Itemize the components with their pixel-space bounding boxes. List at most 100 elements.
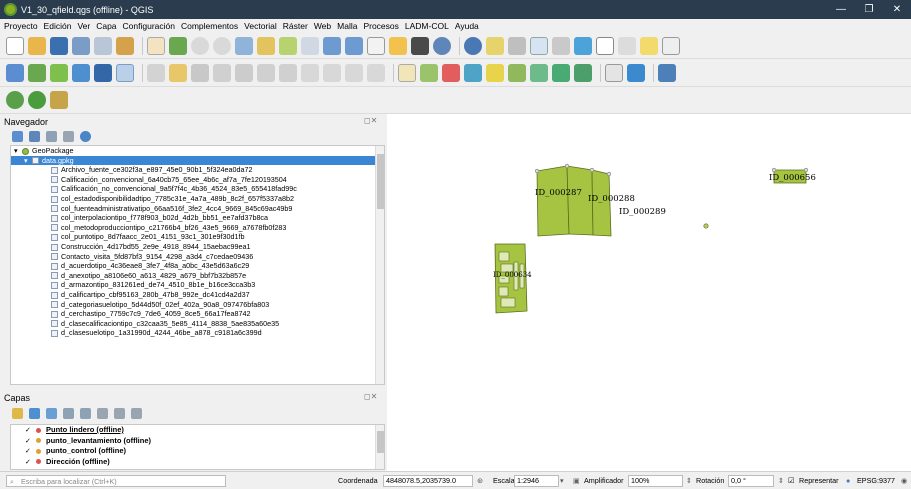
bookmark-icon[interactable]: [389, 36, 407, 55]
layout-manager-icon[interactable]: [94, 36, 112, 55]
menu-raster[interactable]: Ráster: [283, 21, 308, 31]
spin-arrows-icon[interactable]: ⇕: [778, 475, 784, 487]
collapse-all-icon[interactable]: [114, 408, 125, 419]
statistics-icon[interactable]: [596, 36, 614, 55]
info-icon[interactable]: [80, 131, 91, 142]
tree-row-table[interactable]: col_puntotipo_8d7faacc_2e01_4151_93c1_30…: [11, 232, 384, 242]
menu-web[interactable]: Web: [314, 21, 331, 31]
redo-icon[interactable]: [367, 63, 385, 82]
filter-icon[interactable]: [46, 131, 57, 142]
new-project-icon[interactable]: [6, 36, 24, 55]
show-hide-labels-icon[interactable]: [530, 63, 548, 82]
ladm-col-icon[interactable]: [6, 91, 24, 109]
label-tool-icon[interactable]: [398, 63, 416, 82]
tools-icon[interactable]: [50, 91, 68, 109]
zoom-in-icon[interactable]: [191, 36, 209, 55]
tree-row-table[interactable]: d_categoriasuelotipo_5d44d50f_02ef_402a_…: [11, 300, 384, 310]
sync-icon[interactable]: [574, 63, 592, 82]
browser-scrollbar[interactable]: [375, 146, 384, 384]
offline-editing-icon[interactable]: [605, 63, 623, 82]
expand-arrow-icon[interactable]: ▾: [24, 156, 32, 166]
control-point[interactable]: [703, 223, 709, 229]
boundary-point[interactable]: [564, 163, 570, 169]
tree-row-table[interactable]: Calificación_convencional_6a40cb75_65ee_…: [11, 175, 384, 185]
map-canvas[interactable]: ID_000287 ID_000288 ID_000289 ID_000656 …: [387, 114, 911, 471]
boundary-point[interactable]: [534, 168, 540, 174]
menu-malla[interactable]: Malla: [337, 21, 357, 31]
refresh-icon[interactable]: [29, 131, 40, 142]
menu-proyecto[interactable]: Proyecto: [4, 21, 38, 31]
vertex-tool-icon[interactable]: [235, 63, 253, 82]
qfield-sync-icon[interactable]: [28, 91, 46, 109]
tree-row-table[interactable]: Contacto_visita_5fd87bf3_9154_4298_a3d4_…: [11, 252, 384, 262]
add-layers-icon[interactable]: [12, 131, 23, 142]
chevron-down-icon[interactable]: ▾: [560, 475, 564, 487]
tree-row-table[interactable]: col_fuenteadministrativatipo_66aa516f_3f…: [11, 204, 384, 214]
expand-all-icon[interactable]: [97, 408, 108, 419]
pan-to-selection-icon[interactable]: [169, 36, 187, 55]
layer-row-punto-levantamiento[interactable]: ✓ punto_levantamiento (offline): [11, 436, 384, 447]
magnifier-spinbox[interactable]: 100%: [628, 475, 683, 487]
georeferencer-icon[interactable]: [627, 63, 645, 82]
building[interactable]: [500, 297, 516, 308]
boundary-point[interactable]: [771, 167, 777, 173]
temporal-controller-icon[interactable]: [411, 36, 429, 55]
menu-configuracion[interactable]: Configuración: [123, 21, 175, 31]
zoom-full-icon[interactable]: [235, 36, 253, 55]
menu-ladm-col[interactable]: LADM-COL: [405, 21, 449, 31]
filter-expression-icon[interactable]: [80, 408, 91, 419]
visibility-checkbox[interactable]: ✓: [25, 427, 32, 434]
tree-row-table[interactable]: d_anexotipo_a8106e60_a613_4829_a679_bbf7…: [11, 271, 384, 281]
visibility-checkbox[interactable]: ✓: [25, 438, 32, 445]
map-tips-icon[interactable]: [640, 36, 658, 55]
menu-ver[interactable]: Ver: [77, 21, 90, 31]
diagram-tool-icon[interactable]: [552, 63, 570, 82]
rotation-spinbox[interactable]: 0,0 °: [728, 475, 774, 487]
deselect-icon[interactable]: [508, 36, 526, 55]
building[interactable]: [498, 251, 510, 262]
help-icon[interactable]: [658, 63, 676, 82]
copy-features-icon[interactable]: [301, 63, 319, 82]
tree-row-table[interactable]: Construcción_4d17bd55_2e9e_4918_8944_15a…: [11, 242, 384, 252]
building[interactable]: [498, 286, 509, 297]
minimize-button[interactable]: —: [827, 0, 855, 19]
add-group-icon[interactable]: [29, 408, 40, 419]
tree-row-table[interactable]: col_interpolaciontipo_f778f903_b02d_4d2b…: [11, 213, 384, 223]
visibility-checkbox[interactable]: ✓: [25, 459, 32, 466]
close-button[interactable]: ✕: [883, 0, 911, 19]
add-feature-icon[interactable]: [213, 63, 231, 82]
processing-toolbox-icon[interactable]: [574, 36, 592, 55]
tree-row-table[interactable]: d_calificartipo_cbf95163_280b_47b8_992e_…: [11, 290, 384, 300]
change-label-icon[interactable]: [508, 63, 526, 82]
messages-icon[interactable]: ◉: [901, 475, 907, 487]
save-project-icon[interactable]: [50, 36, 68, 55]
toggle-extent-icon[interactable]: ⊛: [477, 475, 483, 487]
tree-row-table[interactable]: col_metodoproducciontipo_c21766b4_bf26_4…: [11, 223, 384, 233]
add-delimited-layer-icon[interactable]: [72, 63, 90, 82]
tree-row-table[interactable]: Calificación_no_convencional_9a5f7f4c_4b…: [11, 184, 384, 194]
rotate-label-icon[interactable]: [486, 63, 504, 82]
layers-panel-close-icon[interactable]: ◻✕: [364, 392, 377, 401]
attribute-table-icon[interactable]: [530, 36, 548, 55]
tree-row-table[interactable]: d_acuerdotipo_4c36eae8_3fe7_4f8a_a0bc_43…: [11, 261, 384, 271]
menu-procesos[interactable]: Procesos: [363, 21, 398, 31]
tree-row-table[interactable]: Archivo_fuente_ce302f3a_e897_45e0_90b1_5…: [11, 165, 384, 175]
tree-row-table[interactable]: d_cerchastipo_7759c7c9_7de6_4059_8ce5_66…: [11, 309, 384, 319]
tree-row-table[interactable]: d_armazontipo_831261ed_de74_4510_8b1e_b1…: [11, 280, 384, 290]
menu-ayuda[interactable]: Ayuda: [455, 21, 479, 31]
open-project-icon[interactable]: [28, 36, 46, 55]
layer-row-punto-control[interactable]: ✓ punto_control (offline): [11, 446, 384, 457]
expand-arrow-icon[interactable]: ▾: [14, 146, 22, 156]
move-label-icon[interactable]: [464, 63, 482, 82]
tree-row-table[interactable]: d_clasecalificaciontipo_c32caa35_5e85_41…: [11, 319, 384, 329]
scrollbar-thumb[interactable]: [377, 154, 384, 209]
annotation-icon[interactable]: [662, 36, 680, 55]
refresh-icon[interactable]: [433, 36, 451, 55]
zoom-layer-icon[interactable]: [279, 36, 297, 55]
add-wms-layer-icon[interactable]: [116, 63, 134, 82]
browser-panel-close-icon[interactable]: ◻✕: [364, 116, 377, 125]
tree-row-data-gpkg[interactable]: ▾ data.gpkg: [11, 155, 384, 166]
tree-row-table[interactable]: col_estadodisponibilidadtipo_7785c31e_4a…: [11, 194, 384, 204]
menu-vectorial[interactable]: Vectorial: [244, 21, 277, 31]
render-checkbox[interactable]: ☑: [788, 475, 794, 487]
